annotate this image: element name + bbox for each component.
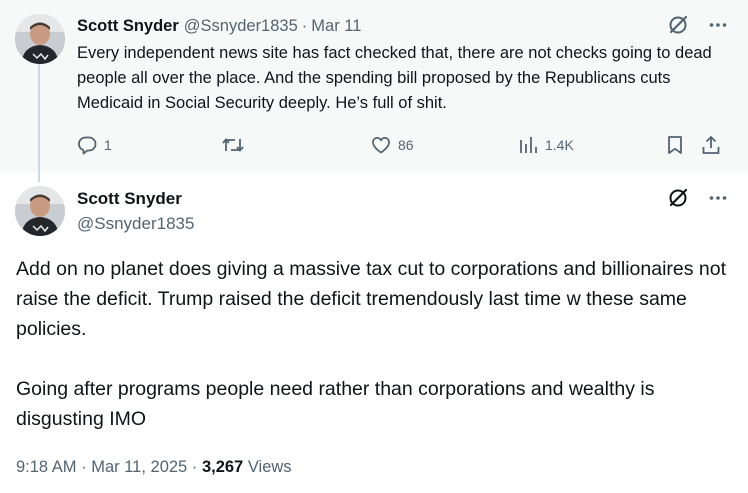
author-name[interactable]: Scott Snyder bbox=[77, 17, 179, 36]
grok-icon[interactable] bbox=[667, 187, 689, 209]
retweet-icon bbox=[222, 138, 244, 152]
reply-icon bbox=[78, 136, 97, 155]
view-count: 1.4K bbox=[545, 137, 574, 153]
parent-tweet-text: Every independent news site has fact che… bbox=[77, 44, 712, 112]
more-icon[interactable] bbox=[707, 14, 729, 36]
parent-tweet-actions: 1 86 1.4K bbox=[0, 133, 748, 157]
analytics-icon bbox=[520, 137, 537, 153]
bookmark-button[interactable] bbox=[664, 133, 686, 157]
retweet-button[interactable] bbox=[221, 133, 251, 157]
views-button[interactable]: 1.4K bbox=[517, 133, 574, 157]
separator-dot: · bbox=[301, 16, 308, 35]
share-button[interactable] bbox=[700, 133, 722, 157]
avatar-image bbox=[15, 186, 65, 236]
main-tweet-top-actions bbox=[667, 187, 729, 209]
tweet-date[interactable]: Mar 11 bbox=[311, 17, 361, 36]
views-count: 3,267 bbox=[201, 458, 244, 476]
thread-connector-line bbox=[38, 64, 40, 182]
author-name[interactable]: Scott Snyder bbox=[77, 187, 182, 211]
like-count: 86 bbox=[398, 137, 414, 153]
parent-tweet-top-actions bbox=[667, 14, 729, 36]
tweet-meta: 9:18 AM · Mar 11, 2025 · 3,267 Views bbox=[16, 455, 292, 479]
tweet-time[interactable]: 9:18 AM bbox=[16, 458, 77, 476]
parent-tweet-header: Scott Snyder @Ssnyder1835 · Mar 11 bbox=[77, 14, 361, 38]
more-icon[interactable] bbox=[707, 187, 729, 209]
avatar[interactable] bbox=[15, 14, 65, 64]
share-icon bbox=[702, 136, 720, 154]
like-button[interactable]: 86 bbox=[370, 133, 414, 157]
main-tweet-text: Add on no planet does giving a massive t… bbox=[16, 258, 727, 430]
reply-button[interactable]: 1 bbox=[76, 133, 112, 157]
parent-tweet[interactable]: Scott Snyder @Ssnyder1835 · Mar 11 Every… bbox=[0, 0, 748, 182]
reply-count: 1 bbox=[104, 137, 112, 153]
avatar[interactable] bbox=[15, 186, 65, 236]
tweet-date[interactable]: Mar 11, 2025 bbox=[91, 458, 187, 476]
author-handle[interactable]: @Ssnyder1835 bbox=[77, 212, 194, 236]
grok-icon[interactable] bbox=[667, 14, 689, 36]
bookmark-icon bbox=[668, 136, 682, 154]
heart-icon bbox=[372, 136, 390, 154]
views-label: Views bbox=[247, 458, 292, 476]
separator-dot: · bbox=[81, 458, 87, 476]
separator-dot: · bbox=[191, 458, 198, 476]
author-handle[interactable]: @Ssnyder1835 bbox=[184, 17, 298, 36]
avatar-image bbox=[15, 14, 65, 64]
